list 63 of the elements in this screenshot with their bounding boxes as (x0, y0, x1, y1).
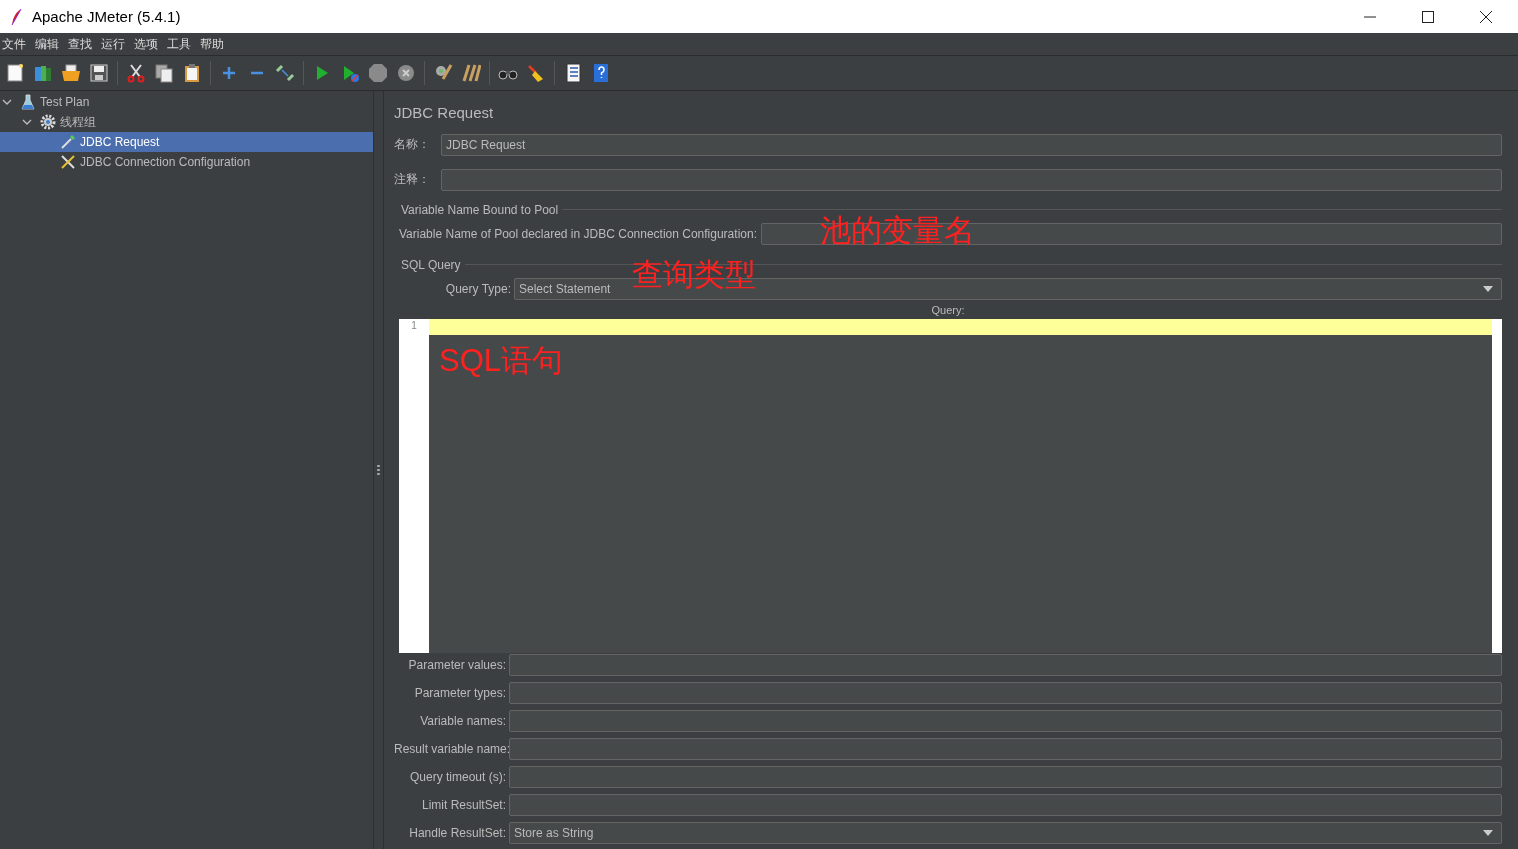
name-label: 名称： (394, 136, 431, 154)
close-icon[interactable] (1479, 9, 1493, 24)
tools-icon (60, 154, 76, 170)
menu-item[interactable]: 工具 (167, 35, 191, 53)
tree-item[interactable]: JDBC Connection Configuration (0, 152, 373, 172)
input-field[interactable] (509, 682, 1502, 705)
chevron-down-icon[interactable] (2, 97, 12, 107)
section-title: SQL Query (401, 257, 461, 272)
menu-item[interactable]: 帮助 (200, 35, 224, 53)
tree-item[interactable]: Test Plan (0, 92, 373, 112)
window-title: Apache JMeter (5.4.1) (32, 8, 181, 25)
scissors-icon[interactable] (126, 63, 146, 83)
comment-field[interactable] (441, 168, 1502, 191)
query-type-label: Query Type: (444, 281, 512, 296)
panel-title: JDBC Request (394, 103, 495, 124)
field-label: Limit ResultSet: (420, 798, 507, 813)
maximize-icon[interactable] (1421, 9, 1435, 24)
menu-item[interactable]: 文件 (2, 35, 26, 53)
stop-icon[interactable] (368, 63, 388, 83)
dropdown-arrow-icon[interactable] (1483, 830, 1493, 837)
shutdown-icon[interactable] (396, 63, 416, 83)
clipboard-icon[interactable] (182, 63, 202, 83)
name-field[interactable]: JDBC Request (441, 133, 1502, 156)
feather-icon (10, 7, 22, 26)
menu-item[interactable]: 查找 (68, 35, 92, 53)
comment-label: 注释： (394, 171, 431, 189)
menu-item[interactable]: 选项 (134, 35, 158, 53)
copy-icon[interactable] (154, 63, 174, 83)
menu-item[interactable]: 运行 (101, 35, 125, 53)
open-folder-icon[interactable] (61, 63, 81, 83)
pipette-icon (60, 134, 76, 150)
field-label: Handle ResultSet: (408, 826, 507, 841)
books-icon[interactable] (33, 63, 53, 83)
save-icon[interactable] (89, 63, 109, 83)
field-label: Result variable name: (394, 742, 509, 757)
input-field[interactable] (509, 766, 1502, 789)
help-book-icon[interactable] (591, 63, 611, 83)
tree-item[interactable]: 线程组 (0, 112, 373, 132)
field-label: Parameter types: (413, 686, 507, 701)
line-number: 1 (411, 319, 417, 331)
dropdown-arrow-icon[interactable] (1483, 285, 1493, 292)
list-icon[interactable] (563, 63, 583, 83)
input-field[interactable] (509, 738, 1502, 761)
chevron-down-icon[interactable] (22, 117, 32, 127)
broom-icon[interactable] (526, 63, 546, 83)
query-label: Query: (931, 303, 965, 316)
pool-variable-label: Variable Name of Pool declared in JDBC Connection Configuration: (399, 226, 758, 241)
menu-item[interactable]: 编辑 (35, 35, 59, 53)
field-label: Variable names: (419, 714, 507, 729)
field-label: Query timeout (s): (408, 770, 507, 785)
input-field[interactable] (509, 794, 1502, 817)
section-title: Variable Name Bound to Pool (401, 202, 559, 217)
dropdown[interactable]: Store as String (509, 822, 1502, 845)
splitter-handle[interactable] (374, 91, 384, 849)
field-label: Parameter values: (407, 658, 507, 673)
new-document-icon[interactable] (5, 63, 25, 83)
input-field[interactable] (509, 654, 1502, 677)
annotation-text: 池的变量名 (820, 214, 975, 246)
input-field[interactable] (509, 710, 1502, 733)
gear-icon (40, 114, 56, 130)
annotation-text: SQL语句 (439, 344, 564, 376)
tree-item[interactable]: JDBC Request (0, 132, 373, 152)
flask-icon (20, 94, 36, 110)
